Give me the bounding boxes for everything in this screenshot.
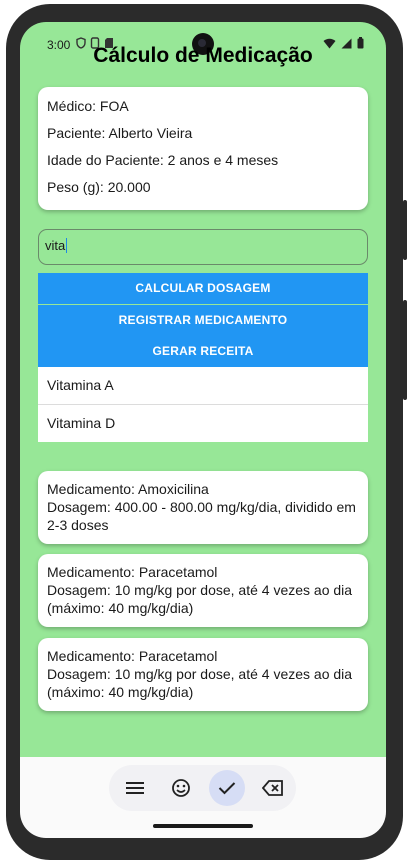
medication-card: Medicamento: Amoxicilina Dosagem: 400.00… xyxy=(38,471,368,544)
medication-name: Medicamento: Paracetamol xyxy=(47,648,218,664)
doctor-label: Médico: FOA xyxy=(47,98,129,114)
power-button xyxy=(403,200,407,260)
page-title: Cálculo de Medicação xyxy=(93,44,313,67)
keyboard-toolbar xyxy=(20,757,386,838)
screen: 3:00 Cálculo de Medicação Médico: FOA Pa… xyxy=(20,22,386,838)
medication-name: Medicamento: Paracetamol xyxy=(47,564,218,580)
ime-toolbar-pill xyxy=(109,765,296,811)
suggestion-item[interactable]: Vitamina D xyxy=(38,405,368,442)
check-icon[interactable] xyxy=(209,770,245,806)
medication-search-field[interactable]: vita xyxy=(38,229,368,265)
medication-card: Medicamento: Paracetamol Dosagem: 10 mg/… xyxy=(38,554,368,627)
suggestion-list: Vitamina A Vitamina D xyxy=(38,367,368,442)
medication-dosage: Dosagem: 10 mg/kg por dose, até 4 vezes … xyxy=(47,582,353,616)
calculate-dosage-button[interactable]: CALCULAR DOSAGEM xyxy=(38,273,368,304)
generate-prescription-button[interactable]: GERAR RECEITA xyxy=(38,336,368,367)
emoji-icon[interactable] xyxy=(163,770,199,806)
backspace-icon[interactable] xyxy=(255,770,291,806)
suggestion-item[interactable]: Vitamina A xyxy=(38,367,368,405)
medication-name: Medicamento: Amoxicilina xyxy=(47,481,209,497)
text-caret xyxy=(66,238,68,253)
home-indicator[interactable] xyxy=(153,824,253,828)
patient-age-label: Idade do Paciente: 2 anos e 4 meses xyxy=(47,152,279,168)
register-medication-button[interactable]: REGISTRAR MEDICAMENTO xyxy=(38,305,368,336)
volume-button xyxy=(403,300,407,400)
patient-weight-label: Peso (g): 20.000 xyxy=(47,179,151,195)
search-input[interactable]: vita xyxy=(45,238,68,253)
patient-name-label: Paciente: Alberto Vieira xyxy=(47,125,193,141)
medication-card: Medicamento: Paracetamol Dosagem: 10 mg/… xyxy=(38,638,368,711)
menu-icon[interactable] xyxy=(117,770,153,806)
medication-dosage: Dosagem: 400.00 - 800.00 mg/kg/dia, divi… xyxy=(47,499,356,533)
patient-info-card: Médico: FOA Paciente: Alberto Vieira Ida… xyxy=(38,87,368,210)
medication-dosage: Dosagem: 10 mg/kg por dose, até 4 vezes … xyxy=(47,666,353,700)
app-screen: 3:00 Cálculo de Medicação Médico: FOA Pa… xyxy=(20,22,386,757)
